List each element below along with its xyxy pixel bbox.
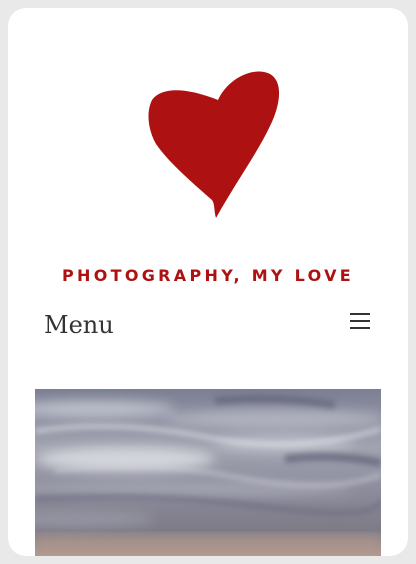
hero-image <box>35 389 381 556</box>
heart-icon <box>148 71 280 218</box>
menu-toggle-button[interactable] <box>343 306 373 336</box>
site-title[interactable]: PHOTOGRAPHY, MY LOVE <box>8 266 408 285</box>
cloudy-sky-photo <box>35 389 381 556</box>
mobile-page: PHOTOGRAPHY, MY LOVE Menu <box>8 8 408 556</box>
menu-label[interactable]: Menu <box>44 308 114 342</box>
